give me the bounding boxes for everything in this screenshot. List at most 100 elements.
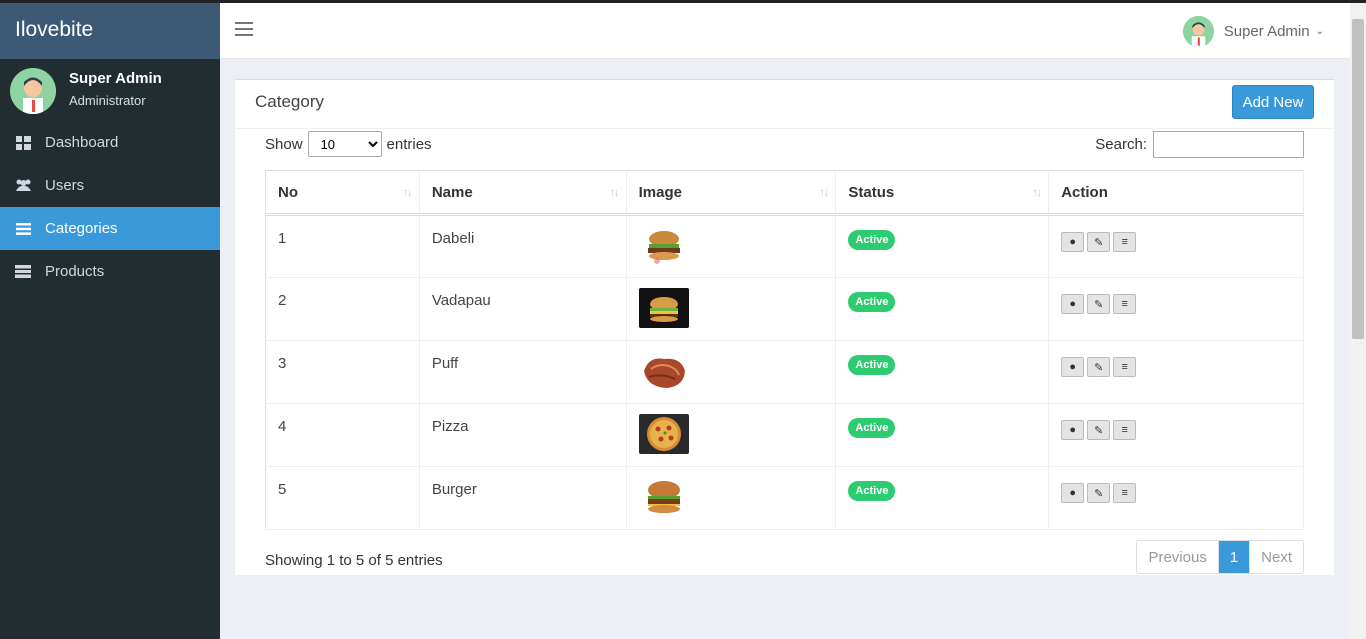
- edit-icon: ✎: [1094, 361, 1104, 374]
- dashboard-icon: [15, 135, 31, 151]
- cell-image: [626, 340, 837, 404]
- edit-button[interactable]: ✎: [1087, 420, 1111, 440]
- page-size-select[interactable]: 10: [307, 131, 382, 157]
- status-badge: Active: [848, 418, 896, 438]
- category-table: No ↑↓ Name ↑↓ Image ↑↓ Status ↑↓ Action 1 Da…: [265, 170, 1304, 530]
- chevron-down-icon: ⌄: [1315, 26, 1324, 37]
- edit-button[interactable]: ✎: [1087, 483, 1111, 503]
- sidebar-item-categories[interactable]: Categories: [0, 207, 220, 250]
- menu-button[interactable]: ≡: [1113, 483, 1137, 503]
- cell-status: Active: [835, 214, 1050, 278]
- box-header: Category Add New: [235, 80, 1334, 129]
- header-avatar: [1182, 16, 1214, 47]
- user-name: Super Admin: [69, 70, 162, 87]
- view-button[interactable]: ●: [1061, 483, 1085, 503]
- sort-icon: ↑↓: [402, 185, 413, 199]
- eye-icon: ●: [1069, 361, 1077, 373]
- edit-icon: ✎: [1094, 424, 1104, 437]
- pagination: Previous 1 Next: [1136, 540, 1304, 574]
- status-badge: Active: [848, 292, 896, 312]
- eye-icon: ●: [1069, 236, 1077, 248]
- view-button[interactable]: ●: [1061, 294, 1085, 314]
- page-size-control: Show 10 entries: [265, 130, 432, 158]
- cell-name: Dabeli: [419, 214, 627, 278]
- edit-icon: ✎: [1094, 236, 1104, 249]
- menu-button[interactable]: ≡: [1113, 294, 1137, 314]
- table-header-row: No ↑↓ Name ↑↓ Image ↑↓ Status ↑↓ Action: [265, 170, 1304, 216]
- show-label: Show: [265, 135, 303, 153]
- cell-status: Active: [835, 466, 1050, 530]
- table-row: 3 Puff Active ● ✎ ≡: [265, 340, 1304, 404]
- pagination-next[interactable]: Next: [1250, 541, 1303, 573]
- sidebar-item-products[interactable]: Products: [0, 250, 220, 293]
- cell-image: [626, 277, 837, 341]
- table-info: Showing 1 to 5 of 5 entries: [265, 552, 443, 569]
- sidebar-item-label: Users: [45, 177, 85, 194]
- cell-no: 1: [265, 214, 420, 278]
- sidebar-item-users[interactable]: Users: [0, 164, 220, 207]
- menu-button[interactable]: ≡: [1113, 357, 1137, 377]
- table-row: 2 Vadapau Active ● ✎ ≡: [265, 277, 1304, 341]
- brand-logo[interactable]: Ilovebite: [0, 3, 220, 59]
- cell-image: [626, 214, 837, 278]
- cell-action: ● ✎ ≡: [1048, 277, 1304, 341]
- search-input[interactable]: [1153, 130, 1304, 158]
- cell-no: 3: [265, 340, 420, 404]
- category-image: [638, 414, 689, 454]
- cell-action: ● ✎ ≡: [1048, 214, 1304, 278]
- edit-button[interactable]: ✎: [1087, 357, 1111, 377]
- page-title: Category: [255, 92, 324, 111]
- header-user-menu[interactable]: Super Admin ⌄: [1182, 16, 1324, 47]
- edit-button[interactable]: ✎: [1087, 232, 1111, 252]
- eye-icon: ●: [1069, 424, 1077, 436]
- sidebar-item-label: Categories: [45, 220, 118, 237]
- column-header-name[interactable]: Name ↑↓: [419, 170, 627, 216]
- search-label: Search:: [1095, 135, 1147, 153]
- cell-no: 2: [265, 277, 420, 341]
- cell-status: Active: [835, 277, 1050, 341]
- menu-button[interactable]: ≡: [1113, 420, 1137, 440]
- menu-toggle-icon[interactable]: [235, 22, 253, 38]
- view-button[interactable]: ●: [1061, 357, 1085, 377]
- eye-icon: ●: [1069, 487, 1077, 499]
- page-scrollbar[interactable]: [1350, 3, 1366, 639]
- table-row: 1 Dabeli Active ● ✎ ≡: [265, 214, 1304, 278]
- column-header-image[interactable]: Image ↑↓: [626, 170, 837, 216]
- cell-image: [626, 466, 837, 530]
- eye-icon: ●: [1069, 298, 1077, 310]
- search-control: Search:: [1095, 130, 1304, 158]
- add-new-button[interactable]: Add New: [1232, 85, 1314, 119]
- view-button[interactable]: ●: [1061, 232, 1085, 252]
- list-icon: ≡: [1121, 298, 1128, 310]
- category-image: [638, 288, 689, 328]
- edit-icon: ✎: [1094, 298, 1104, 311]
- list-icon: ≡: [1121, 487, 1128, 499]
- status-badge: Active: [848, 481, 896, 501]
- table-row: 4 Pizza Active ● ✎ ≡: [265, 403, 1304, 467]
- edit-icon: ✎: [1094, 487, 1104, 500]
- list-icon: [15, 221, 31, 237]
- list-icon: ≡: [1121, 424, 1128, 436]
- category-image: [638, 477, 689, 517]
- menu-button[interactable]: ≡: [1113, 232, 1137, 252]
- cell-name: Burger: [419, 466, 627, 530]
- table-row: 5 Burger Active ● ✎ ≡: [265, 466, 1304, 530]
- user-panel: Super Admin Administrator: [0, 59, 220, 121]
- user-avatar: [10, 68, 56, 114]
- scrollbar-thumb[interactable]: [1352, 19, 1364, 339]
- table-controls: Show 10 entries Search:: [265, 130, 1304, 158]
- status-badge: Active: [848, 230, 896, 250]
- sort-icon: ↑↓: [609, 185, 620, 199]
- sort-icon: ↑↓: [819, 185, 829, 199]
- pagination-previous[interactable]: Previous: [1137, 541, 1219, 573]
- column-header-no[interactable]: No ↑↓: [265, 170, 420, 216]
- cell-name: Puff: [419, 340, 627, 404]
- cell-status: Active: [835, 340, 1050, 404]
- sidebar-item-dashboard[interactable]: Dashboard: [0, 121, 220, 164]
- pagination-page-1[interactable]: 1: [1218, 541, 1251, 573]
- column-header-action: Action: [1048, 170, 1304, 216]
- column-header-status[interactable]: Status ↑↓: [835, 170, 1050, 216]
- view-button[interactable]: ●: [1061, 420, 1085, 440]
- edit-button[interactable]: ✎: [1087, 294, 1111, 314]
- cell-action: ● ✎ ≡: [1048, 403, 1304, 467]
